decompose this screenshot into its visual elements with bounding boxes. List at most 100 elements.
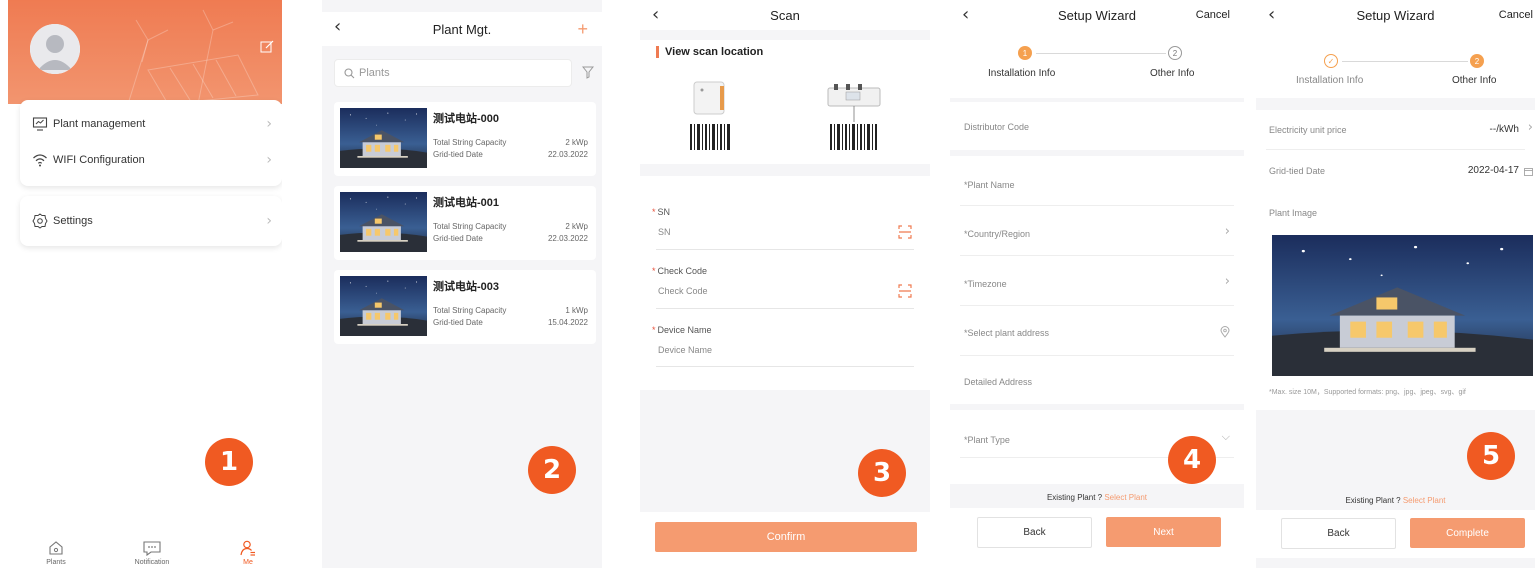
field-label: Electricity unit price [1269, 125, 1347, 135]
plant-capacity-label: Total String Capacity [433, 306, 507, 315]
device-name-label-text: Device Name [657, 325, 712, 335]
menu-item-plant-management[interactable]: Plant management › [20, 106, 282, 142]
cancel-button[interactable]: Cancel [1196, 9, 1230, 21]
edit-icon[interactable] [260, 40, 274, 54]
back-icon[interactable]: ‹ [334, 16, 341, 37]
plant-address-field[interactable]: *Select plant address [950, 306, 1244, 356]
existing-plant-prompt: Existing Plant ? Select Plant [950, 493, 1244, 502]
plant-date-label: Grid-tied Date [433, 150, 483, 159]
plant-date: 15.04.2022 [547, 318, 588, 327]
plant-image-upload[interactable] [1272, 235, 1533, 376]
existing-plant-prompt: Existing Plant ? Select Plant [1256, 496, 1535, 505]
settings-card: Settings › [20, 196, 282, 246]
tab-label: Me [243, 559, 253, 566]
divider [656, 308, 914, 309]
step-badge-4: 4 [1168, 436, 1216, 484]
sn-label: * SN [652, 207, 670, 217]
chevron-right-icon: › [266, 116, 272, 132]
check-code-input[interactable]: Check Code [658, 286, 708, 296]
add-plant-button[interactable]: + [577, 19, 588, 40]
page-title: Plant Mgt. [432, 21, 492, 37]
field-label: Distributor Code [964, 122, 1030, 132]
country-region-field[interactable]: *Country/Region › [950, 206, 1244, 256]
field-label: *Plant Type [964, 435, 1010, 445]
person-icon [240, 540, 255, 556]
page-title: Setup Wizard [1057, 7, 1137, 23]
section-title: View scan location [656, 46, 763, 58]
step-1-label: Installation Info [1296, 75, 1364, 86]
filter-icon[interactable] [582, 66, 594, 79]
plant-card[interactable]: 测试电站-000 Total String Capacity 2 kWp Gri… [334, 102, 596, 176]
screen-plant-management: ‹ Plant Mgt. + Plants 测试电站-000 Total Str… [322, 0, 602, 568]
plant-card[interactable]: 测试电站-001 Total String Capacity 2 kWp Gri… [334, 186, 596, 260]
timezone-field[interactable]: *Timezone › [950, 256, 1244, 306]
nav-bar: ‹ Plant Mgt. + [322, 12, 602, 46]
image-format-note: *Max. size 10M，Supported formats: png、jp… [1269, 389, 1466, 396]
back-button[interactable]: Back [1281, 518, 1396, 549]
menu-card: Plant management › WIFI Configuration › [20, 100, 282, 186]
distributor-code-field[interactable]: Distributor Code [950, 102, 1244, 150]
page-title: Setup Wizard [1356, 7, 1435, 23]
back-button[interactable]: Back [977, 517, 1092, 548]
select-plant-link[interactable]: Select Plant [1403, 496, 1446, 505]
step-2-label: Other Info [1150, 68, 1195, 79]
step-badge-5: 5 [1467, 432, 1515, 480]
tab-plants[interactable]: Plants [26, 539, 86, 566]
tab-me[interactable]: Me [218, 539, 278, 566]
step-2-label: Other Info [1452, 75, 1497, 86]
scan-icon[interactable] [898, 225, 912, 239]
back-icon[interactable]: ‹ [652, 4, 659, 25]
field-label: *Timezone [964, 279, 1007, 289]
electricity-price-field[interactable]: Electricity unit price --/kWh › [1256, 110, 1535, 150]
nav-bar: ‹ Scan [640, 0, 930, 30]
confirm-button[interactable]: Confirm [655, 522, 917, 552]
chevron-right-icon: › [1224, 224, 1230, 239]
check-code-label: * Check Code [652, 266, 707, 276]
plant-image [340, 276, 427, 336]
back-icon[interactable]: ‹ [1268, 4, 1275, 25]
plant-capacity-label: Total String Capacity [433, 138, 507, 147]
calendar-icon[interactable] [1524, 167, 1533, 176]
step-badge-3: 3 [858, 449, 906, 497]
price-value: --/kWh [1489, 124, 1519, 135]
select-plant-link[interactable]: Select Plant [1104, 493, 1147, 502]
device-form: * SN SN * Check Code Check Code * Device Na… [640, 176, 930, 390]
next-button[interactable]: Next [1106, 517, 1221, 547]
detailed-address-field[interactable]: Detailed Address [950, 356, 1244, 404]
avatar[interactable] [30, 24, 80, 74]
plant-date: 22.03.2022 [547, 150, 588, 159]
cancel-button[interactable]: Cancel [1499, 9, 1533, 21]
tab-notification[interactable]: Notification [122, 539, 182, 566]
user-avatar-icon [30, 24, 80, 74]
plant-name: 测试电站-003 [433, 281, 500, 293]
plant-card[interactable]: 测试电站-003 Total String Capacity 1 kWp Gri… [334, 270, 596, 344]
menu-item-wifi-configuration[interactable]: WIFI Configuration › [20, 142, 282, 178]
sn-input[interactable]: SN [658, 227, 671, 237]
settings-label: Settings [53, 215, 93, 227]
tab-label: Plants [46, 559, 66, 566]
wizard-steps: ✓ 2 Installation Info Other Info [1256, 30, 1535, 98]
monitor-icon [32, 117, 48, 131]
field-label: *Select plant address [964, 328, 1050, 338]
inverter-barcode-icon [690, 81, 730, 150]
back-icon[interactable]: ‹ [962, 4, 969, 25]
menu-item-settings[interactable]: Settings › [20, 203, 282, 239]
date-value: 2022-04-17 [1467, 165, 1519, 176]
plant-name: 测试电站-000 [433, 113, 500, 125]
chevron-right-icon: › [1224, 274, 1230, 289]
device-name-label: * Device Name [652, 325, 712, 335]
search-input[interactable]: Plants [334, 59, 572, 87]
scan-icon[interactable] [898, 284, 912, 298]
existing-plant-text: Existing Plant ? [1046, 493, 1103, 502]
profile-header [8, 0, 282, 104]
location-pin-icon[interactable] [1220, 326, 1230, 338]
wifi-icon [33, 154, 47, 167]
complete-button[interactable]: Complete [1410, 518, 1525, 548]
plant-name-field[interactable]: *Plant Name [950, 156, 1244, 206]
step-1-done-dot: ✓ [1324, 54, 1338, 68]
grid-tied-date-field[interactable]: Grid-tied Date 2022-04-17 [1256, 150, 1535, 192]
screen-setup-wizard-step1: ‹ Setup Wizard Cancel 1 2 Installation I… [950, 0, 1244, 568]
required-mark: * [652, 325, 656, 335]
plant-image [340, 108, 427, 168]
device-name-input[interactable]: Device Name [658, 345, 712, 355]
